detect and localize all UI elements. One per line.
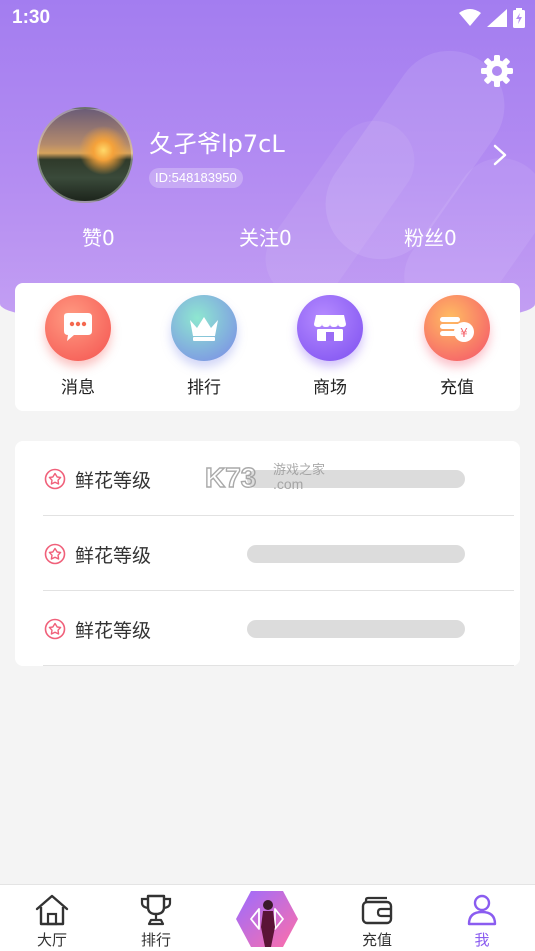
- quick-action-label: 充值: [440, 378, 474, 398]
- watermark-sub: .com: [273, 476, 303, 492]
- center-tab-button[interactable]: [235, 889, 299, 949]
- level-row[interactable]: 鲜花等级: [15, 591, 520, 666]
- level-progress-bar: [247, 620, 465, 638]
- wallet-icon: [361, 896, 393, 925]
- crown-icon: [171, 295, 237, 361]
- status-icons: [459, 8, 525, 28]
- username: 夂孑爷lp7cL: [149, 130, 285, 158]
- tab-label: 充值: [361, 931, 392, 949]
- watermark-logo: K73 游戏之家 .com: [205, 461, 325, 493]
- profile-stats: 赞0 关注0 粉丝0: [0, 222, 535, 254]
- level-label: 鲜花等级: [75, 470, 152, 492]
- signal-icon: [487, 9, 507, 27]
- tab-label: 排行: [140, 931, 171, 949]
- tab-me[interactable]: 我: [447, 893, 517, 950]
- stat-fans[interactable]: 粉丝0: [404, 222, 457, 251]
- stat-label: 粉丝: [404, 226, 444, 250]
- quick-action-label: 消息: [61, 378, 95, 398]
- flower-icon: [44, 543, 66, 565]
- quick-action-ranking[interactable]: 排行: [159, 295, 249, 405]
- coins-icon: ¥: [424, 295, 490, 361]
- stat-value: 0: [444, 226, 457, 250]
- gear-icon: [481, 55, 513, 87]
- tab-hall[interactable]: 大厅: [17, 893, 87, 950]
- chevron-right-icon: [493, 144, 507, 166]
- home-icon: [35, 894, 69, 926]
- row-divider: [43, 665, 514, 666]
- chat-bubble-icon: [45, 295, 111, 361]
- user-id-badge: ID:548183950: [149, 168, 243, 188]
- profile-detail-button[interactable]: [490, 143, 510, 167]
- tab-ranking[interactable]: 排行: [121, 893, 191, 950]
- tab-label: 大厅: [36, 931, 67, 949]
- svg-text:¥: ¥: [460, 326, 468, 340]
- settings-button[interactable]: [480, 54, 514, 88]
- quick-actions-card: 消息 排行 商场 ¥ 充值: [15, 283, 520, 411]
- tab-recharge[interactable]: 充值: [342, 893, 412, 950]
- stat-value: 0: [102, 226, 115, 250]
- avatar[interactable]: [37, 107, 133, 203]
- flower-icon: [44, 468, 66, 490]
- stat-label: 赞: [82, 226, 102, 250]
- level-label: 鲜花等级: [75, 545, 152, 567]
- level-label: 鲜花等级: [75, 620, 152, 642]
- quick-action-recharge[interactable]: ¥ 充值: [412, 295, 502, 405]
- quick-action-label: 商场: [313, 378, 347, 398]
- quick-action-label: 排行: [187, 378, 221, 398]
- stat-value: 0: [279, 226, 292, 250]
- stat-likes[interactable]: 赞0: [82, 222, 115, 251]
- status-time: 1:30: [12, 7, 51, 28]
- stat-following[interactable]: 关注0: [239, 222, 292, 251]
- quick-action-messages[interactable]: 消息: [33, 295, 123, 405]
- person-icon: [467, 894, 497, 926]
- stat-label: 关注: [239, 226, 279, 250]
- flower-icon: [44, 618, 66, 640]
- battery-icon: [513, 8, 525, 28]
- status-bar: 1:30: [0, 0, 535, 36]
- wifi-icon: [459, 9, 481, 26]
- level-row[interactable]: 鲜花等级: [15, 516, 520, 591]
- center-avatar-icon: [236, 891, 298, 947]
- trophy-icon: [140, 894, 172, 926]
- tab-label: 我: [474, 931, 490, 949]
- shop-icon: [297, 295, 363, 361]
- level-progress-bar: [247, 545, 465, 563]
- quick-action-shop[interactable]: 商场: [285, 295, 375, 405]
- watermark-text: K73: [205, 462, 256, 493]
